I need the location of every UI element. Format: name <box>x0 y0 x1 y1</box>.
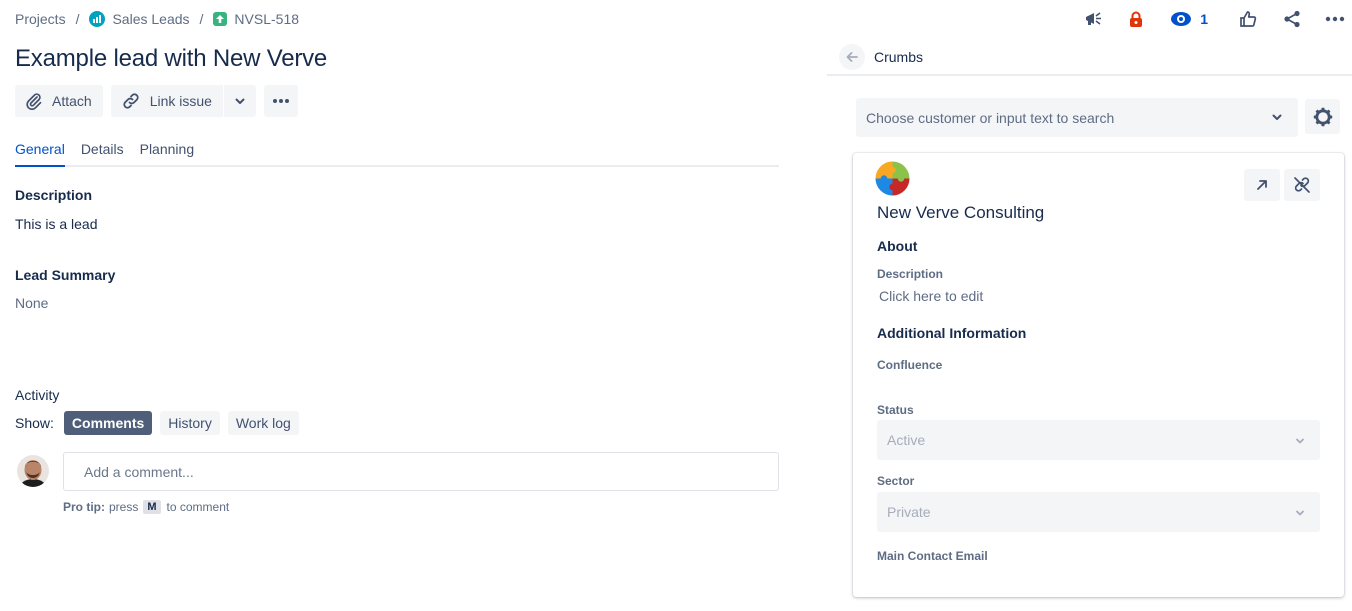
tab-details[interactable]: Details <box>81 141 124 167</box>
more-icon[interactable] <box>1324 6 1346 32</box>
pro-tip-label: Pro tip: <box>63 500 105 514</box>
megaphone-icon[interactable] <box>1083 6 1105 32</box>
status-label: Status <box>877 403 914 417</box>
filter-history[interactable]: History <box>160 411 220 435</box>
filter-comments[interactable]: Comments <box>63 411 153 435</box>
link-icon <box>121 92 150 110</box>
keyboard-shortcut-key: M <box>143 500 161 514</box>
customer-search-placeholder: Choose customer or input text to search <box>866 109 1115 126</box>
chevron-down-icon <box>1294 434 1306 450</box>
crumbs-panel-header: Crumbs <box>827 40 1352 76</box>
pro-tip-press: press <box>109 500 139 514</box>
breadcrumb-issue-key: NVSL-518 <box>234 11 300 27</box>
unlink-customer-button[interactable] <box>1284 169 1320 201</box>
arrow-left-icon <box>845 50 859 64</box>
lead-summary-heading: Lead Summary <box>15 267 116 283</box>
lock-icon[interactable] <box>1127 6 1145 32</box>
lead-summary-value[interactable]: None <box>15 295 48 311</box>
chevron-down-icon <box>1294 506 1306 522</box>
more-icon <box>272 98 290 104</box>
tab-general[interactable]: General <box>15 141 65 167</box>
link-issue-label: Link issue <box>149 93 212 109</box>
customer-search-select[interactable]: Choose customer or input text to search <box>856 98 1298 137</box>
settings-button[interactable] <box>1305 99 1340 134</box>
sector-select[interactable]: Private <box>877 492 1320 532</box>
issue-actions-toolbar: 1 <box>1083 6 1352 32</box>
eye-icon <box>1170 11 1192 27</box>
thumbs-up-icon[interactable] <box>1238 6 1258 32</box>
breadcrumb-projects[interactable]: Projects <box>15 11 66 27</box>
sector-value: Private <box>887 504 931 520</box>
issue-title[interactable]: Example lead with New Verve <box>15 45 327 73</box>
chevron-down-icon <box>1270 110 1284 127</box>
additional-info-heading: Additional Information <box>877 325 1027 341</box>
avatar[interactable] <box>17 455 49 487</box>
chevron-down-icon <box>233 94 247 108</box>
customer-card: New Verve Consulting About Description C… <box>853 153 1344 597</box>
breadcrumb: Projects / Sales Leads / NVSL-518 <box>15 10 299 28</box>
open-customer-button[interactable] <box>1244 169 1280 201</box>
tab-planning[interactable]: Planning <box>140 141 195 167</box>
description-value[interactable]: This is a lead <box>15 216 97 232</box>
status-select[interactable]: Active <box>877 420 1320 460</box>
main-contact-email-label: Main Contact Email <box>877 549 988 563</box>
watch-count: 1 <box>1200 11 1208 27</box>
card-description-label: Description <box>877 267 944 281</box>
comment-input[interactable]: Add a comment... <box>63 452 779 491</box>
company-name: New Verve Consulting <box>877 203 1045 222</box>
activity-filter: Show: Comments History Work log <box>15 411 299 435</box>
activity-heading: Activity <box>15 387 60 403</box>
issue-tabs: General Details Planning <box>15 141 779 167</box>
show-label: Show: <box>15 415 54 431</box>
share-icon[interactable] <box>1282 6 1302 32</box>
link-issue-button[interactable]: Link issue <box>110 85 223 117</box>
about-heading: About <box>877 238 918 254</box>
breadcrumb-issue[interactable]: NVSL-518 <box>213 11 299 27</box>
attach-label: Attach <box>52 93 92 109</box>
story-type-icon <box>213 12 228 26</box>
arrow-up-right-icon <box>1255 178 1269 192</box>
breadcrumb-separator: / <box>75 11 80 27</box>
gear-icon <box>1313 107 1333 127</box>
confluence-label: Confluence <box>877 358 943 372</box>
project-avatar-icon <box>89 11 106 27</box>
unlink-icon <box>1293 176 1311 194</box>
more-actions-button[interactable] <box>263 85 298 117</box>
breadcrumb-project-label: Sales Leads <box>112 11 190 27</box>
back-button[interactable] <box>839 44 865 70</box>
watch-button[interactable]: 1 <box>1170 6 1208 32</box>
filter-work-log[interactable]: Work log <box>227 411 299 435</box>
pro-tip: Pro tip: press M to comment <box>63 500 229 514</box>
card-description-value[interactable]: Click here to edit <box>879 288 983 304</box>
breadcrumb-project[interactable]: Sales Leads <box>89 11 190 27</box>
status-value: Active <box>887 432 926 448</box>
link-issue-dropdown[interactable] <box>223 85 256 117</box>
pro-tip-rest: to comment <box>166 500 230 514</box>
description-heading: Description <box>15 187 93 203</box>
link-issue-group: Link issue <box>110 85 256 117</box>
panel-title: Crumbs <box>874 49 924 65</box>
company-logo <box>874 160 911 197</box>
breadcrumb-separator: / <box>199 11 204 27</box>
paperclip-icon <box>25 92 52 110</box>
issue-toolbar: Attach Link issue <box>15 85 298 117</box>
attach-button[interactable]: Attach <box>15 85 103 117</box>
sector-label: Sector <box>877 474 915 488</box>
